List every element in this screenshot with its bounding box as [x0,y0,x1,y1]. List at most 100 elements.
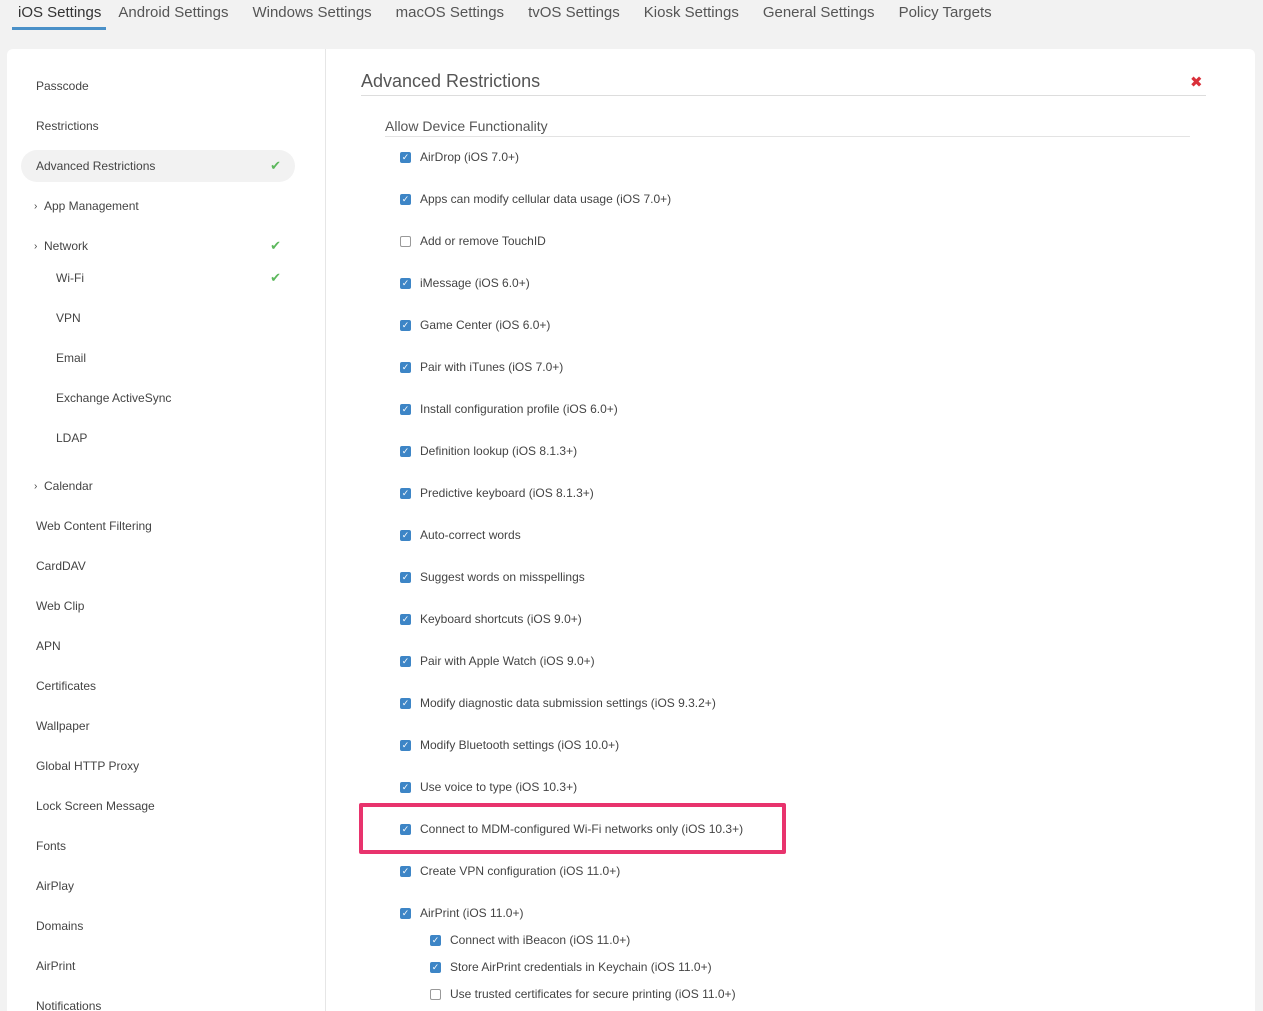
option-label: Install configuration profile (iOS 6.0+) [420,402,618,416]
option-row[interactable]: ✓ Keyboard shortcuts (iOS 9.0+) [400,609,582,629]
option-row[interactable]: ✓ AirPrint (iOS 11.0+) [400,903,523,923]
sidebar-item-wi-fi[interactable]: Wi-Fi ✔ [21,262,295,294]
sidebar-item-calendar[interactable]: › Calendar [21,470,295,502]
option-checkbox[interactable] [400,235,411,247]
sub-option-row[interactable]: Use trusted certificates for secure prin… [430,984,736,1004]
sidebar-item-certificates[interactable]: Certificates [21,670,295,702]
tab-policy-targets[interactable]: Policy Targets [887,0,1004,30]
check-icon: ✔ [270,238,281,253]
option-row[interactable]: ✓ Modify diagnostic data submission setti… [400,693,716,713]
sidebar-item-label: APN [36,639,61,653]
option-row[interactable]: ✓ Definition lookup (iOS 8.1.3+) [400,441,577,461]
option-checkbox[interactable]: ✓ [400,445,411,457]
sidebar-item-web-content-filtering[interactable]: Web Content Filtering [21,510,295,542]
close-x-icon[interactable]: ✖ [1190,73,1203,91]
tab-macos-settings[interactable]: macOS Settings [384,0,516,30]
sub-option-label: Store AirPrint credentials in Keychain (… [450,960,712,974]
option-checkbox[interactable]: ✓ [400,571,411,583]
sidebar-item-apn[interactable]: APN [21,630,295,662]
sidebar-item-network[interactable]: › Network ✔ [21,230,295,262]
chevron-right-icon: › [34,240,38,252]
option-row[interactable]: ✓ Game Center (iOS 6.0+) [400,315,550,335]
sidebar-item-app-management[interactable]: › App Management [21,190,295,222]
sidebar-item-restrictions[interactable]: Restrictions [21,110,295,142]
option-checkbox[interactable]: ✓ [400,277,411,289]
sidebar-item-notifications[interactable]: Notifications [21,990,295,1011]
option-checkbox[interactable]: ✓ [400,529,411,541]
option-checkbox[interactable]: ✓ [400,697,411,709]
sidebar-item-label: Web Clip [36,599,85,613]
sub-option-checkbox[interactable]: ✓ [430,934,441,946]
option-checkbox[interactable]: ✓ [400,655,411,667]
tab-android-settings[interactable]: Android Settings [106,0,240,30]
option-label: AirPrint (iOS 11.0+) [420,906,524,920]
option-checkbox[interactable]: ✓ [400,319,411,331]
option-checkbox[interactable]: ✓ [400,865,411,877]
chevron-right-icon: › [34,480,38,492]
sidebar-item-label: Advanced Restrictions [36,159,156,173]
sub-option-checkbox[interactable]: ✓ [430,961,441,973]
option-checkbox[interactable]: ✓ [400,487,411,499]
option-label: iMessage (iOS 6.0+) [420,276,530,290]
sidebar-item-fonts[interactable]: Fonts [21,830,295,862]
sub-option-row[interactable]: ✓ Store AirPrint credentials in Keychain … [430,957,712,977]
option-checkbox[interactable]: ✓ [400,361,411,373]
settings-tabs: iOS Settings Android Settings Windows Sett… [0,0,1263,34]
sidebar-item-airprint[interactable]: AirPrint [21,950,295,982]
option-row[interactable]: ✓ Pair with Apple Watch (iOS 9.0+) [400,651,595,671]
sidebar-item-label: VPN [56,311,81,325]
tab-ios-settings[interactable]: iOS Settings [12,0,107,30]
option-checkbox[interactable]: ✓ [400,193,411,205]
sidebar-item-label: App Management [44,199,139,213]
sidebar-item-label: Passcode [36,79,89,93]
option-checkbox[interactable]: ✓ [400,151,411,163]
sidebar-item-ldap[interactable]: LDAP [21,422,295,454]
option-checkbox[interactable]: ✓ [400,781,411,793]
tab-kiosk-settings[interactable]: Kiosk Settings [632,0,751,30]
option-row[interactable]: ✓ iMessage (iOS 6.0+) [400,273,530,293]
sidebar-item-advanced-restrictions[interactable]: Advanced Restrictions ✔ [21,150,295,182]
option-label: Use voice to type (iOS 10.3+) [420,780,578,794]
option-label: Suggest words on misspellings [420,570,585,584]
option-row[interactable]: ✓ Connect to MDM-configured Wi-Fi network… [400,819,743,839]
option-row[interactable]: ✓ Create VPN configuration (iOS 11.0+) [400,861,620,881]
sidebar-item-label: LDAP [56,431,88,445]
sidebar-item-global-http-proxy[interactable]: Global HTTP Proxy [21,750,295,782]
sub-option-row[interactable]: ✓ Connect with iBeacon (iOS 11.0+) [430,930,630,950]
sub-option-checkbox[interactable] [430,988,441,1000]
option-row[interactable]: ✓ Auto-correct words [400,525,521,545]
option-row[interactable]: ✓ Use voice to type (iOS 10.3+) [400,777,577,797]
sidebar-item-label: Network [44,239,89,253]
option-row[interactable]: Add or remove TouchID [400,231,546,251]
option-row[interactable]: ✓ Apps can modify cellular data usage (iO… [400,189,671,209]
sidebar-item-domains[interactable]: Domains [21,910,295,942]
option-row[interactable]: ✓ Predictive keyboard (iOS 8.1.3+) [400,483,594,503]
option-row[interactable]: ✓ Install configuration profile (iOS 6.0+… [400,399,618,419]
sidebar-item-web-clip[interactable]: Web Clip [21,590,295,622]
option-checkbox[interactable]: ✓ [400,403,411,415]
option-row[interactable]: ✓ Pair with iTunes (iOS 7.0+) [400,357,563,377]
option-label: Keyboard shortcuts (iOS 9.0+) [420,612,582,626]
sidebar-item-exchange-activesync[interactable]: Exchange ActiveSync [21,382,295,414]
sidebar-item-airplay[interactable]: AirPlay [21,870,295,902]
sidebar-item-passcode[interactable]: Passcode [21,70,295,102]
option-label: AirDrop (iOS 7.0+) [420,150,520,164]
option-row[interactable]: ✓ AirDrop (iOS 7.0+) [400,147,519,167]
sidebar-item-carddav[interactable]: CardDAV [21,550,295,582]
tab-windows-settings[interactable]: Windows Settings [240,0,383,30]
sidebar-item-label: Domains [36,919,84,933]
sidebar-item-wallpaper[interactable]: Wallpaper [21,710,295,742]
tab-tvos-settings[interactable]: tvOS Settings [516,0,632,30]
option-row[interactable]: ✓ Modify Bluetooth settings (iOS 10.0+) [400,735,619,755]
option-checkbox[interactable]: ✓ [400,739,411,751]
option-checkbox[interactable]: ✓ [400,823,411,835]
sidebar-item-vpn[interactable]: VPN [21,302,295,334]
option-checkbox[interactable]: ✓ [400,907,411,919]
option-row[interactable]: ✓ Suggest words on misspellings [400,567,585,587]
sidebar-item-label: Exchange ActiveSync [56,391,172,405]
option-checkbox[interactable]: ✓ [400,613,411,625]
section-divider [385,136,1190,137]
sidebar-item-email[interactable]: Email [21,342,295,374]
tab-general-settings[interactable]: General Settings [751,0,887,30]
sidebar-item-lock-screen-message[interactable]: Lock Screen Message [21,790,295,822]
